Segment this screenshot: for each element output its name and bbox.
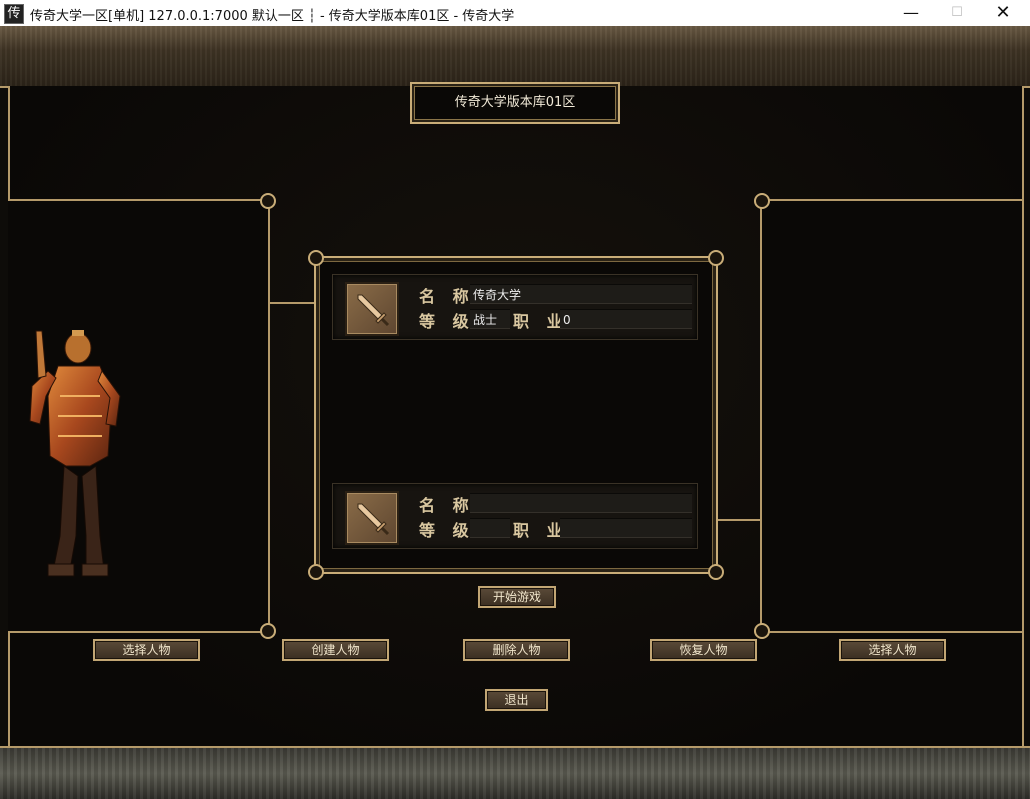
character-job-value [470, 518, 510, 538]
ornament-icon [708, 564, 724, 580]
warrior-character-figure[interactable] [20, 326, 130, 586]
game-screen: 传奇大学版本库01区 名 称 等 级 传奇大学 战士 职 业 0 名 称 等 级… [0, 26, 1030, 799]
select-character-left-button[interactable]: 选择人物 [93, 639, 200, 661]
ornament-icon [754, 193, 770, 209]
character-name-value: 传奇大学 [470, 284, 692, 304]
level-label: 等 级 [419, 521, 475, 540]
connector-line [716, 519, 760, 521]
right-character-panel[interactable] [754, 193, 1022, 639]
connector-line [270, 302, 314, 304]
ornament-icon [754, 623, 770, 639]
close-button[interactable]: ✕ [980, 0, 1026, 26]
ornament-icon [260, 623, 276, 639]
window-titlebar: 传 传奇大学一区[单机] 127.0.0.1:7000 默认一区 ┆ - 传奇大… [0, 0, 1030, 26]
create-character-button[interactable]: 创建人物 [282, 639, 389, 661]
sword-icon [345, 282, 399, 336]
delete-character-button[interactable]: 删除人物 [463, 639, 570, 661]
exit-button[interactable]: 退出 [485, 689, 548, 711]
name-label: 名 称 [419, 287, 475, 306]
ornament-icon [708, 250, 724, 266]
character-slot-2[interactable]: 名 称 等 级 职 业 [332, 483, 698, 549]
select-character-right-button[interactable]: 选择人物 [839, 639, 946, 661]
character-name-value [470, 493, 692, 513]
ornament-icon [308, 564, 324, 580]
start-game-button[interactable]: 开始游戏 [478, 586, 556, 608]
name-label: 名 称 [419, 496, 475, 515]
server-name-box: 传奇大学版本库01区 [410, 82, 620, 124]
character-level-value [560, 518, 692, 538]
app-icon: 传 [4, 4, 24, 24]
restore-character-button[interactable]: 恢复人物 [650, 639, 757, 661]
top-decor-band [0, 26, 1030, 88]
character-level-value: 0 [560, 309, 692, 329]
level-label: 等 级 [419, 312, 475, 331]
ornament-icon [260, 193, 276, 209]
character-job-value: 战士 [470, 309, 510, 329]
sword-icon [345, 491, 399, 545]
character-slot-1[interactable]: 名 称 等 级 传奇大学 战士 职 业 0 [332, 274, 698, 340]
window-title: 传奇大学一区[单机] 127.0.0.1:7000 默认一区 ┆ - 传奇大学版… [30, 9, 515, 24]
bottom-decor-band [0, 746, 1030, 799]
ornament-icon [308, 250, 324, 266]
maximize-button[interactable]: ☐ [934, 0, 980, 26]
minimize-button[interactable]: — [888, 0, 934, 26]
